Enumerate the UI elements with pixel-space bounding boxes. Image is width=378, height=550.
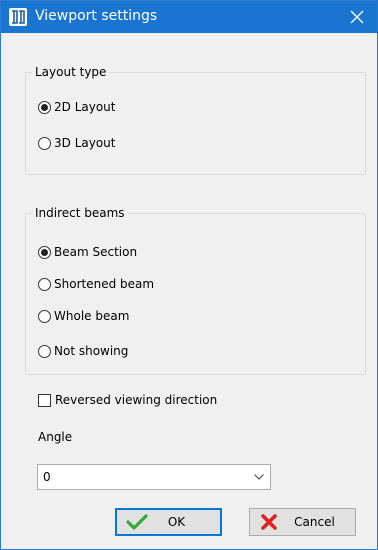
viewport-app-icon [9,8,27,26]
angle-select[interactable]: 0 [37,464,271,490]
reversed-viewing-checkbox[interactable] [38,393,51,407]
radio-whole-beam[interactable]: Whole beam [38,309,129,323]
ok-button[interactable]: OK [115,508,222,536]
radio-button[interactable] [38,309,51,323]
radio-label: 2D Layout [54,100,116,114]
radio-button[interactable] [38,344,51,358]
radio-label: Shortened beam [54,277,155,291]
cancel-button-label: Cancel [294,515,335,529]
layout-type-group: Layout type [25,65,366,175]
radio-label: Whole beam [54,309,130,323]
title-bar: Viewport settings [1,1,377,33]
ok-button-label: OK [167,515,186,529]
radio-label: 3D Layout [54,136,116,150]
close-icon [350,10,364,24]
viewport-settings-dialog: Viewport settings Layout type 2D Layout … [0,0,378,550]
radio-button-checked[interactable] [38,100,51,114]
window-title: Viewport settings [35,8,158,24]
reversed-viewing-label: Reversed viewing direction [55,393,218,407]
close-button[interactable] [337,1,377,33]
radio-2d-layout[interactable]: 2D Layout [38,100,115,114]
radio-not-showing[interactable]: Not showing [38,344,128,358]
angle-label: Angle [38,430,73,444]
chevron-down-icon[interactable] [248,474,270,480]
radio-label: Beam Section [54,245,138,259]
layout-type-legend: Layout type [35,65,107,79]
radio-beam-section[interactable]: Beam Section [38,245,137,259]
radio-3d-layout[interactable]: 3D Layout [38,136,115,150]
cancel-button[interactable]: Cancel [249,508,356,536]
radio-button[interactable] [38,136,51,150]
angle-select-value: 0 [43,470,51,484]
reversed-viewing-checkbox-row[interactable]: Reversed viewing direction [38,393,217,407]
radio-shortened-beam[interactable]: Shortened beam [38,277,154,291]
radio-button[interactable] [38,277,51,291]
radio-button-checked[interactable] [38,245,51,259]
indirect-beams-legend: Indirect beams [35,206,125,220]
radio-label: Not showing [54,344,129,358]
